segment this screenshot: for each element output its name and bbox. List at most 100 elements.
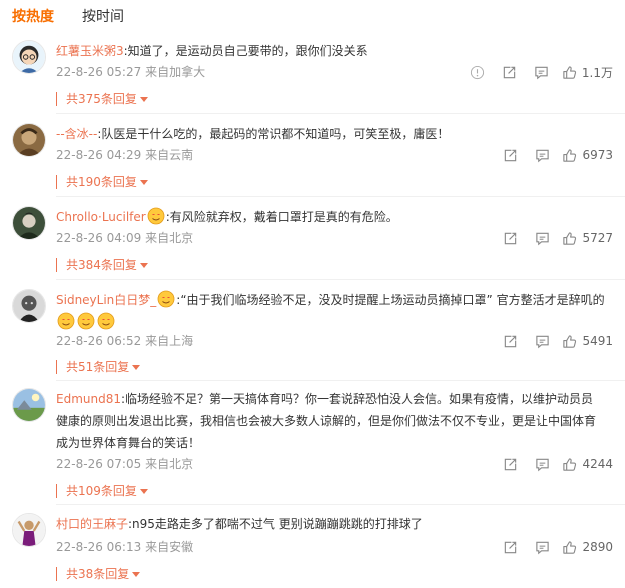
comment-icon[interactable]	[526, 146, 558, 164]
username[interactable]: Chrollo·Lucilfer	[56, 210, 146, 224]
replies-count: 共375条回复	[66, 92, 137, 106]
comment-meta: 22-8-26 04:29 来自云南	[56, 147, 193, 163]
share-icon[interactable]	[494, 538, 526, 556]
username[interactable]: SidneyLin白日梦_	[56, 293, 156, 307]
replies-toggle[interactable]: 共375条回复	[56, 91, 148, 107]
comment-body: :队医是干什么吃的，最起码的常识都不知道吗，可笑至极，庸医！	[97, 127, 450, 141]
tab-by-popularity[interactable]: 按热度	[12, 8, 54, 28]
replies-bar	[56, 360, 57, 374]
replies-bar	[56, 175, 57, 189]
comment-icon[interactable]	[526, 229, 558, 247]
like-button[interactable]: 4244	[562, 457, 613, 472]
divider	[56, 113, 625, 114]
replies-count: 共384条回复	[66, 258, 137, 272]
comment-item: --含冰--:队医是干什么吃的，最起码的常识都不知道吗，可笑至极，庸医！ 22-…	[0, 123, 625, 199]
comment-meta: 22-8-26 05:27 来自加拿大	[56, 64, 205, 80]
like-count: 6973	[582, 148, 613, 162]
comment-item: Chrollo·Lucilfer :有风险就弃权，戴着口罩打是真的有危险。 22-…	[0, 206, 625, 282]
comment-meta: 22-8-26 04:09 来自北京	[56, 230, 193, 246]
username[interactable]: 红薯玉米粥3	[56, 44, 124, 58]
comment-actions: 5727	[494, 229, 613, 247]
replies-bar	[56, 92, 57, 106]
emoji-icon	[147, 207, 165, 225]
comment-icon[interactable]	[526, 455, 558, 473]
emoji-icon	[157, 290, 175, 308]
comment-icon[interactable]	[526, 538, 558, 556]
sort-tabs: 按热度 按时间	[12, 8, 124, 28]
username[interactable]: 村口的王麻子	[56, 517, 128, 531]
tab-by-time[interactable]: 按时间	[82, 8, 124, 28]
replies-bar	[56, 484, 57, 498]
avatar[interactable]	[12, 206, 46, 240]
replies-toggle[interactable]: 共384条回复	[56, 257, 148, 273]
comment-icon[interactable]	[526, 63, 558, 81]
comment-time: 22-8-26 06:52	[56, 334, 142, 348]
share-icon[interactable]	[494, 455, 526, 473]
like-icon	[563, 231, 577, 245]
comment-icon[interactable]	[526, 332, 558, 350]
comment-actions: 1.1万	[462, 63, 613, 81]
emoji-icon	[77, 312, 95, 330]
like-icon	[563, 540, 577, 554]
emoji-icon	[97, 312, 115, 330]
replies-toggle[interactable]: 共109条回复	[56, 483, 148, 499]
replies-toggle[interactable]: 共51条回复	[56, 359, 141, 375]
share-icon[interactable]	[494, 332, 526, 350]
comment-body: :“由于我们临场经验不足，没及时提醒上场运动员摘掉口罩” 官方整活才是辞叽的	[176, 293, 605, 307]
comment-time: 22-8-26 04:09	[56, 231, 142, 245]
comment-time: 22-8-26 06:13	[56, 540, 142, 554]
comment-actions: 6973	[494, 146, 613, 164]
comment-meta: 22-8-26 06:52 来自上海	[56, 333, 193, 349]
username[interactable]: Edmund81	[56, 392, 121, 406]
like-button[interactable]: 5727	[562, 231, 613, 246]
comment-time: 22-8-26 05:27	[56, 65, 142, 79]
like-count: 2890	[582, 540, 613, 554]
like-button[interactable]: 2890	[562, 540, 613, 555]
replies-count: 共190条回复	[66, 175, 137, 189]
divider	[56, 196, 625, 197]
like-icon	[563, 334, 577, 348]
avatar[interactable]	[12, 513, 46, 547]
share-icon[interactable]	[494, 146, 526, 164]
comment-actions: 4244	[494, 455, 613, 473]
report-icon[interactable]	[462, 63, 494, 81]
comment-time: 22-8-26 04:29	[56, 148, 142, 162]
comment-actions: 5491	[494, 332, 613, 350]
comment-item: Edmund81:临场经验不足？第一天搞体育吗？你一套说辞恐怕没人会信。如果有疫…	[0, 388, 625, 506]
comment-location: 来自北京	[145, 231, 194, 245]
replies-bar	[56, 567, 57, 581]
avatar[interactable]	[12, 388, 46, 422]
replies-bar	[56, 258, 57, 272]
username[interactable]: --含冰--	[56, 127, 97, 141]
avatar[interactable]	[12, 40, 46, 74]
caret-down-icon	[139, 97, 148, 102]
comment-location: 来自安徽	[145, 540, 194, 554]
comment-location: 来自加拿大	[145, 65, 206, 79]
avatar[interactable]	[12, 123, 46, 157]
replies-toggle[interactable]: 共190条回复	[56, 174, 148, 190]
comment-item: SidneyLin白日梦_ :“由于我们临场经验不足，没及时提醒上场运动员摘掉口罩…	[0, 289, 625, 381]
comment-location: 来自北京	[145, 457, 194, 471]
caret-down-icon	[139, 180, 148, 185]
comment-body: :有风险就弃权，戴着口罩打是真的有危险。	[165, 210, 398, 224]
replies-toggle[interactable]: 共38条回复	[56, 566, 141, 582]
comment-meta: 22-8-26 06:13 来自安徽	[56, 539, 193, 555]
comment-body: :临场经验不足？第一天搞体育吗？你一套说辞恐怕没人会信。如果有疫情，以维护动员员…	[56, 392, 597, 450]
comment-text: SidneyLin白日梦_ :“由于我们临场经验不足，没及时提醒上场运动员摘掉口罩…	[56, 289, 605, 333]
comment-body: :n95走路走多了都喘不过气 更别说蹦蹦跳跳的打排球了	[128, 517, 423, 531]
divider	[56, 279, 625, 280]
comment-time: 22-8-26 07:05	[56, 457, 142, 471]
replies-count: 共109条回复	[66, 484, 137, 498]
share-icon[interactable]	[494, 63, 526, 81]
like-button[interactable]: 6973	[562, 148, 613, 163]
replies-count: 共38条回复	[66, 567, 130, 581]
avatar[interactable]	[12, 289, 46, 323]
like-button[interactable]: 5491	[562, 334, 613, 349]
caret-down-icon	[139, 489, 148, 494]
like-icon	[563, 65, 577, 79]
like-count: 1.1万	[581, 65, 613, 80]
share-icon[interactable]	[494, 229, 526, 247]
comment-text: Chrollo·Lucilfer :有风险就弃权，戴着口罩打是真的有危险。	[56, 206, 605, 228]
like-button[interactable]: 1.1万	[562, 64, 613, 81]
replies-count: 共51条回复	[66, 360, 130, 374]
